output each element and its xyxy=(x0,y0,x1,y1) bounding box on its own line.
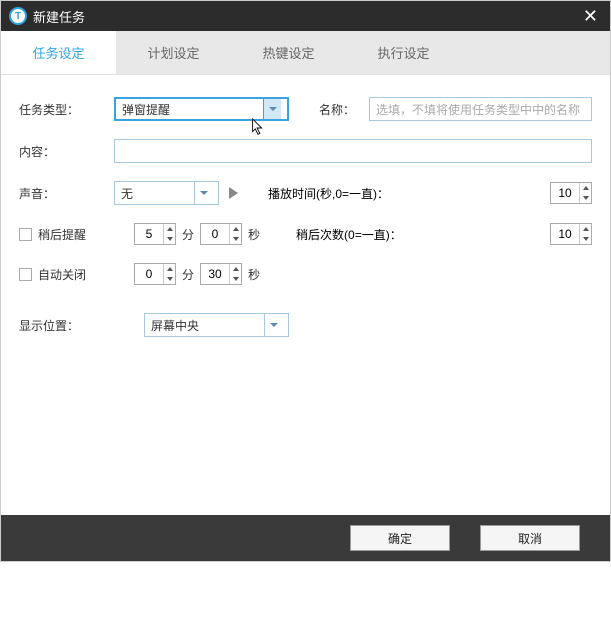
label-later-remind: 稍后提醒 xyxy=(38,226,86,243)
tab-bar: 任务设定 计划设定 热键设定 执行设定 xyxy=(1,31,610,75)
dropdown-task-type-chevron[interactable] xyxy=(263,99,281,119)
close-button[interactable]: ✕ xyxy=(579,7,602,25)
chevron-down-icon xyxy=(269,107,277,111)
tab-spacer xyxy=(461,31,610,74)
title-bar: T 新建任务 ✕ xyxy=(1,1,610,31)
spinner-close-min-value: 0 xyxy=(135,267,163,281)
spinner-play-time[interactable]: 10 xyxy=(550,182,592,204)
window-title: 新建任务 xyxy=(33,7,85,26)
input-name-placeholder: 选填，不填将使用任务类型中中的名称 xyxy=(376,101,580,118)
spinner-later-sec[interactable]: 0 xyxy=(200,223,242,245)
label-display-pos: 显示位置： xyxy=(19,317,144,334)
row-content: 内容： xyxy=(19,139,592,163)
tab-plan-settings[interactable]: 计划设定 xyxy=(116,31,231,74)
row-sound: 声音： 无 播放时间(秒,0=一直)： 10 xyxy=(19,181,592,205)
spinner-later-sec-value: 0 xyxy=(201,227,229,241)
form-body: 任务类型： 弹窗提醒 名称： 选填，不填将使用任务类型中中的名称 内容： xyxy=(1,75,610,515)
dropdown-task-type-value: 弹窗提醒 xyxy=(122,101,170,118)
label-sound: 声音： xyxy=(19,185,114,202)
title-bar-left: T 新建任务 xyxy=(9,7,85,26)
unit-min-2: 分 xyxy=(182,266,194,283)
row-task-type: 任务类型： 弹窗提醒 名称： 选填，不填将使用任务类型中中的名称 xyxy=(19,97,592,121)
unit-sec-2: 秒 xyxy=(248,266,260,283)
spinner-close-min[interactable]: 0 xyxy=(134,263,176,285)
spinner-play-time-buttons[interactable] xyxy=(579,183,591,203)
spinner-later-count-value: 10 xyxy=(551,227,579,241)
spinner-later-count[interactable]: 10 xyxy=(550,223,592,245)
checkbox-auto-close-wrap[interactable]: 自动关闭 xyxy=(19,266,114,283)
label-task-type: 任务类型： xyxy=(19,101,114,118)
play-icon[interactable] xyxy=(229,187,238,199)
input-content[interactable] xyxy=(114,139,592,163)
spinner-later-min-value: 5 xyxy=(135,227,163,241)
tab-task-settings[interactable]: 任务设定 xyxy=(1,31,116,74)
tab-exec-settings[interactable]: 执行设定 xyxy=(346,31,461,74)
dialog-window: T 新建任务 ✕ 任务设定 计划设定 热键设定 执行设定 任务类型： 弹窗提醒 … xyxy=(0,0,611,562)
label-auto-close: 自动关闭 xyxy=(38,266,86,283)
label-content: 内容： xyxy=(19,143,114,160)
row-display-pos: 显示位置： 屏幕中央 xyxy=(19,313,592,337)
dropdown-display-pos[interactable]: 屏幕中央 xyxy=(144,313,289,337)
dropdown-sound-chevron[interactable] xyxy=(194,182,212,204)
checkbox-later-remind-wrap[interactable]: 稍后提醒 xyxy=(19,226,114,243)
chevron-down-icon xyxy=(270,323,278,327)
cancel-button[interactable]: 取消 xyxy=(480,525,580,551)
unit-sec: 秒 xyxy=(248,226,260,243)
checkbox-later-remind[interactable] xyxy=(19,228,32,241)
row-later-remind: 稍后提醒 5 分 0 秒 稍后次数(0=一直)： 10 xyxy=(19,223,592,245)
spinner-close-sec[interactable]: 30 xyxy=(200,263,242,285)
row-auto-close: 自动关闭 0 分 30 秒 xyxy=(19,263,592,285)
checkbox-auto-close[interactable] xyxy=(19,268,32,281)
dropdown-task-type[interactable]: 弹窗提醒 xyxy=(114,97,289,121)
label-play-time: 播放时间(秒,0=一直)： xyxy=(268,185,418,202)
label-later-count: 稍后次数(0=一直)： xyxy=(296,226,426,243)
label-name: 名称： xyxy=(319,101,369,118)
input-name[interactable]: 选填，不填将使用任务类型中中的名称 xyxy=(369,97,592,121)
unit-min: 分 xyxy=(182,226,194,243)
dropdown-sound-value: 无 xyxy=(121,185,133,202)
dropdown-sound[interactable]: 无 xyxy=(114,181,219,205)
spinner-later-min[interactable]: 5 xyxy=(134,223,176,245)
dropdown-display-pos-value: 屏幕中央 xyxy=(151,317,199,334)
chevron-down-icon xyxy=(200,191,208,195)
spinner-close-sec-value: 30 xyxy=(201,267,229,281)
app-logo-icon: T xyxy=(9,7,27,25)
dialog-footer: 确定 取消 xyxy=(1,515,610,561)
ok-button[interactable]: 确定 xyxy=(350,525,450,551)
tab-hotkey-settings[interactable]: 热键设定 xyxy=(231,31,346,74)
spinner-play-time-value: 10 xyxy=(551,186,579,200)
dropdown-display-pos-chevron[interactable] xyxy=(264,314,282,336)
